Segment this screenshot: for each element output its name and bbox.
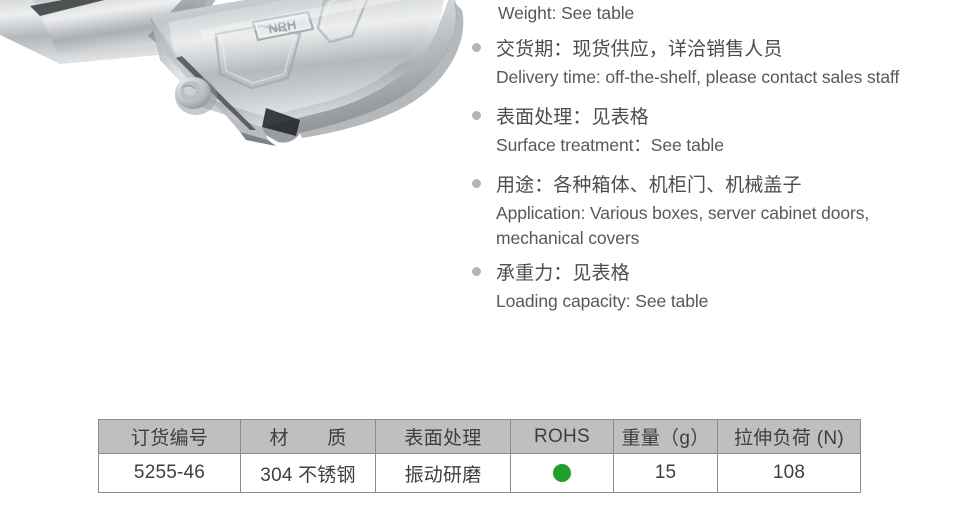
spec-table-container: 订货编号 材 质 表面处理 ROHS 重量（g） 拉伸负荷 (N) 5255-4… — [98, 419, 861, 493]
spec-list: Weight: See table 交货期：现货供应，详洽销售人员 Delive… — [470, 0, 960, 314]
spec-delivery-cn: 交货期：现货供应，详洽销售人员 — [496, 39, 783, 60]
spec-surface-cn: 表面处理：见表格 — [496, 107, 649, 128]
header-weight: 重量（g） — [613, 419, 718, 454]
spec-weight-en: Weight: See table — [498, 3, 635, 23]
spec-loading-en: Loading capacity: See table — [496, 291, 709, 311]
spec-item-application: 用途：各种箱体、机柜门、机械盖子 Application: Various bo… — [470, 171, 960, 251]
header-rohs: ROHS — [510, 419, 614, 454]
spec-item-delivery: 交货期：现货供应，详洽销售人员 Delivery time: off-the-s… — [470, 35, 960, 90]
spec-delivery-en: Delivery time: off-the-shelf, please con… — [496, 67, 900, 87]
cell-order-code: 5255-46 — [98, 453, 241, 493]
table-header-row: 订货编号 材 质 表面处理 ROHS 重量（g） 拉伸负荷 (N) — [98, 419, 861, 454]
cell-material: 304 不锈钢 — [240, 453, 376, 493]
spec-surface-en: Surface treatment：See table — [496, 135, 724, 155]
cell-rohs — [510, 453, 614, 493]
pivot-rivet — [175, 77, 217, 115]
header-load: 拉伸负荷 (N) — [717, 419, 861, 454]
spec-table: 订货编号 材 质 表面处理 ROHS 重量（g） 拉伸负荷 (N) 5255-4… — [98, 419, 861, 493]
spec-application-en: Application: Various boxes, server cabin… — [496, 203, 870, 248]
bullet-icon — [472, 267, 481, 276]
latch-illustration: NRH — [0, 0, 464, 146]
spec-item-loading: 承重力：见表格 Loading capacity: See table — [470, 259, 960, 314]
bullet-icon — [472, 43, 481, 52]
cell-surface: 振动研磨 — [375, 453, 511, 493]
spec-item-surface: 表面处理：见表格 Surface treatment：See table — [470, 103, 960, 158]
rohs-compliant-dot-icon — [553, 463, 571, 482]
header-material: 材 质 — [240, 419, 376, 454]
spec-loading-cn: 承重力：见表格 — [496, 263, 630, 284]
cell-weight: 15 — [613, 453, 718, 493]
header-order-code: 订货编号 — [98, 419, 241, 454]
spec-item-weight: Weight: See table — [470, 0, 960, 26]
cell-load: 108 — [717, 453, 861, 493]
header-surface: 表面处理 — [375, 419, 511, 454]
bullet-icon — [472, 179, 481, 188]
bullet-icon — [472, 111, 481, 120]
table-row: 5255-46 304 不锈钢 振动研磨 15 108 — [98, 453, 861, 493]
product-photo: NRH — [0, 0, 470, 150]
spec-application-cn: 用途：各种箱体、机柜门、机械盖子 — [496, 175, 802, 196]
